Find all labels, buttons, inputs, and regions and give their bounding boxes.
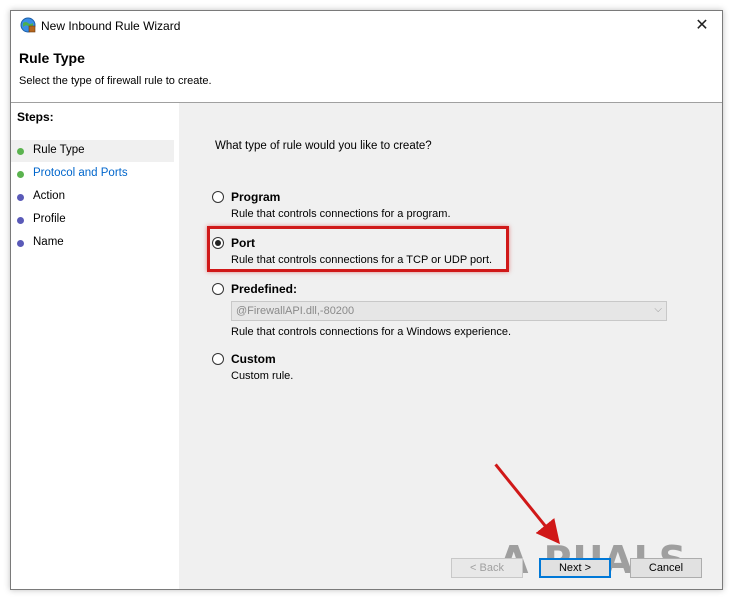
next-button[interactable]: Next > xyxy=(539,558,611,578)
program-radio[interactable] xyxy=(212,191,224,203)
steps-heading: Steps: xyxy=(17,110,54,124)
port-radio[interactable] xyxy=(212,237,224,249)
custom-description: Custom rule. xyxy=(231,370,294,382)
port-label[interactable]: Port xyxy=(231,236,255,250)
custom-label[interactable]: Custom xyxy=(231,352,276,366)
wizard-window: New Inbound Rule Wizard ✕ Rule Type Sele… xyxy=(10,10,723,590)
predefined-label[interactable]: Predefined: xyxy=(231,282,297,296)
program-label[interactable]: Program xyxy=(231,190,280,204)
cancel-button[interactable]: Cancel xyxy=(630,558,702,578)
predefined-select-value: @FirewallAPI.dll,-80200 xyxy=(236,305,355,317)
predefined-description: Rule that controls connections for a Win… xyxy=(231,326,512,338)
wizard-header: Rule Type Select the type of firewall ru… xyxy=(11,41,722,101)
title-bar: New Inbound Rule Wizard ✕ xyxy=(11,11,722,41)
port-description: Rule that controls connections for a TCP… xyxy=(231,254,493,266)
predefined-select[interactable]: @FirewallAPI.dll,-80200 ⌵ xyxy=(231,301,667,321)
window-title: New Inbound Rule Wizard xyxy=(41,19,181,33)
step-label: Protocol and Ports xyxy=(33,167,128,179)
custom-radio[interactable] xyxy=(212,353,224,365)
step-status-dot xyxy=(17,194,24,201)
step-protocol-and-ports[interactable]: Protocol and Ports xyxy=(11,163,174,185)
back-button[interactable]: < Back xyxy=(451,558,523,578)
step-status-dot xyxy=(17,148,24,155)
step-name[interactable]: Name xyxy=(11,232,174,254)
step-label: Name xyxy=(33,236,64,248)
step-profile[interactable]: Profile xyxy=(11,209,174,231)
close-button[interactable]: ✕ xyxy=(682,11,722,41)
step-label: Action xyxy=(33,190,65,202)
program-description: Rule that controls connections for a pro… xyxy=(231,208,451,220)
predefined-radio[interactable] xyxy=(212,283,224,295)
step-status-dot xyxy=(17,171,24,178)
steps-panel: Steps: Rule Type Protocol and Ports Acti… xyxy=(11,103,178,589)
step-status-dot xyxy=(17,217,24,224)
chevron-down-icon: ⌵ xyxy=(654,304,662,315)
rule-type-question: What type of rule would you like to crea… xyxy=(215,140,432,152)
page-subtitle: Select the type of firewall rule to crea… xyxy=(19,75,212,87)
step-action[interactable]: Action xyxy=(11,186,174,208)
firewall-globe-icon xyxy=(20,17,36,33)
page-title: Rule Type xyxy=(19,50,85,66)
step-rule-type[interactable]: Rule Type xyxy=(11,140,174,162)
step-status-dot xyxy=(17,240,24,247)
step-label: Profile xyxy=(33,213,66,225)
step-label: Rule Type xyxy=(33,144,85,156)
main-panel: What type of rule would you like to crea… xyxy=(179,103,722,589)
